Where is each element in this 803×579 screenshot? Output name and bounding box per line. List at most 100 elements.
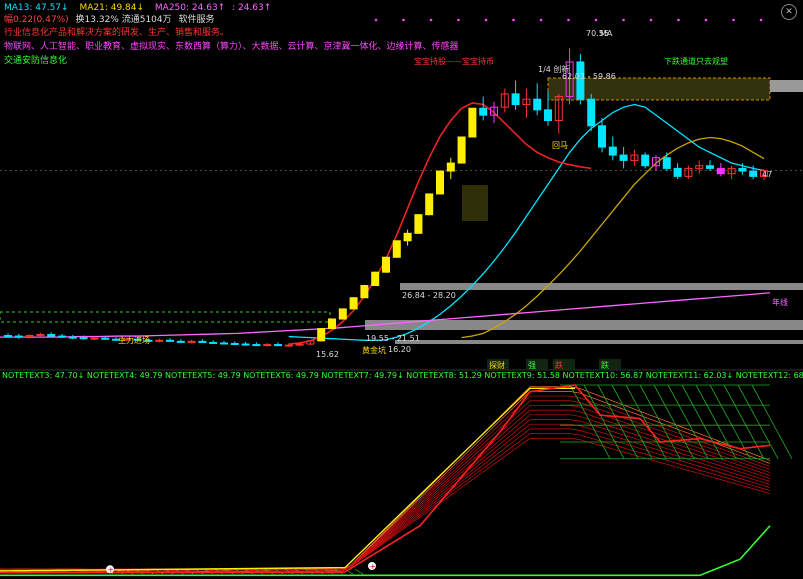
candle-body [392,240,401,258]
candle-body [274,344,282,347]
candle-body [662,157,671,169]
candle-body [738,167,747,172]
candle-body [371,271,380,286]
candle-body [598,125,606,148]
signal-dot [759,18,763,22]
candle-body [382,256,390,273]
return-horse-label: 回马 [552,141,568,150]
trend-line [288,102,592,345]
indicator-fan-line [0,423,771,574]
signal-dot [567,18,570,22]
resistance-band [365,320,803,330]
indicator-badge: 跌 [555,360,563,370]
indicator-badge: 跌 [601,360,609,370]
signal-dot [649,18,653,22]
candle-body [90,337,99,340]
candle-body [166,339,174,342]
signal-dot [677,18,680,22]
plus-marker-glyph: + [108,565,115,574]
indicator-fan-line [0,433,771,574]
candle-body [749,170,758,177]
industry-label: 软件服务 [178,15,215,25]
indicator-badge: 强 [528,361,536,370]
candle-body [328,318,336,330]
breakout-zone [462,185,488,221]
candle-body [317,328,326,342]
business-description: 行业信息化产品和解决方案的研发、生产、销售和服务。 [4,28,230,38]
indicator-fan-line [0,428,771,574]
close-icon[interactable]: ✕ [781,4,797,20]
signal-dot [429,18,433,22]
last-price-label: 47 [762,170,772,179]
candle-body [155,339,164,342]
candle-body [706,165,714,169]
range-mid-label: 26.84 - 28.20 [402,291,456,300]
signal-dot [374,18,378,22]
candle-body [284,344,293,347]
signal-dot [594,18,598,22]
innovation-label: 1/4 创新 [538,64,569,74]
candle-body [468,107,477,138]
chart-canvas: 70.5562.03 - 59.8626.84 - 28.2019.55 - 2… [0,18,803,577]
low-price-label: 15.62 [316,350,339,359]
resistance-band [395,340,803,344]
candle-body [533,98,542,111]
candle-body [252,344,261,347]
plus-marker-glyph: + [370,562,377,571]
indicator-badge: 探财 [489,360,505,370]
ma-extra-label: : 24.63↑ [232,3,272,13]
candle-body [4,335,12,338]
sector-label: 交通安防信息化 [4,56,68,66]
float-label: 流通5104万 [121,15,172,25]
candle-body [425,193,434,216]
ma21-label: MA21: 49.84↓ [79,3,145,13]
downtrend-label: 下跌通道只去观望 [664,56,728,66]
candle-body [511,93,520,106]
signal-dot [622,18,625,22]
concepts-list: 物联网、人工智能、职业教育、虚拟现实、东数西算（算力）、大数据、云计算、京津冀一… [4,42,459,52]
turnover-label: 换13.32% [75,15,119,25]
ma250-line [0,292,771,338]
indicator-fan-line [0,419,771,574]
target-zone-tag [770,80,803,92]
ma21-line [461,136,765,339]
trade-signal-label: 宝宝持股——宝宝持币 [414,56,494,66]
candle-body [587,98,596,127]
signal-line-red [0,384,771,574]
candle-body [187,340,196,343]
candle-body [101,337,110,340]
candle-body [198,340,207,343]
candle-body [68,336,77,339]
candle-body [79,337,88,340]
signal-dot [457,18,460,22]
entry-price-label: 16.20 [388,345,411,354]
candle-body [338,308,347,320]
signal-dot [512,18,515,22]
candle-body [457,136,466,164]
candle-body [263,344,272,347]
candle-body [209,341,218,344]
candle-body [619,154,628,161]
main-force-label: 主力进场 [118,335,150,345]
candle-body [414,214,423,234]
candle-body [641,154,650,167]
indicator-legend: NOTETEXT3: 47.70↓ NOTETEXT4: 49.79 NOTET… [2,371,803,380]
signal-dot [539,18,543,22]
signal-dot [402,18,405,22]
candle-body [716,167,725,175]
ma13-label: MA13: 47.57↓ [4,3,69,13]
candle-body [479,107,488,116]
signal-line-yellow [0,387,575,572]
range-low-label: 19.55 - 21.51 [366,334,420,343]
header-line-2: 幅0.22(0.47%) 换13.32% 流通5104万 软件服务 [4,15,215,26]
candle-body [47,333,56,337]
candle-body [220,342,228,345]
candle-body [673,167,682,177]
signal-dot [704,18,708,22]
signal-dot [484,18,488,22]
candle-body [14,335,23,338]
indicator-fan-line [0,414,771,574]
ma-tag-label: MA [600,29,613,38]
candle-body [403,232,412,242]
candle-body [446,162,455,172]
